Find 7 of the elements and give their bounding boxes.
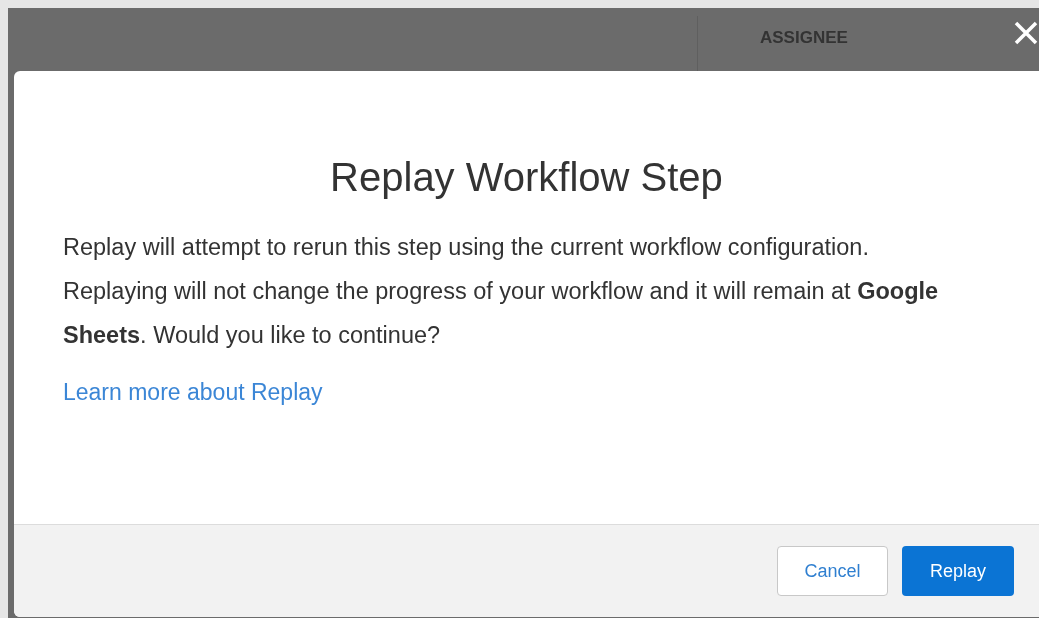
cancel-button[interactable]: Cancel: [777, 546, 888, 596]
replay-button[interactable]: Replay: [902, 546, 1014, 596]
dialog-title: Replay Workflow Step: [329, 155, 724, 199]
close-icon[interactable]: [1014, 21, 1038, 45]
learn-more-link[interactable]: Learn more about Replay: [63, 375, 323, 410]
column-header: ASSIGNEE: [760, 27, 848, 49]
dialog-message: Replay will attempt to rerun this step using the current workflow configuration. Replaying will not change the progress of your workflow and it will remain at Google Sheets. Would you like to continue?: [63, 233, 940, 350]
